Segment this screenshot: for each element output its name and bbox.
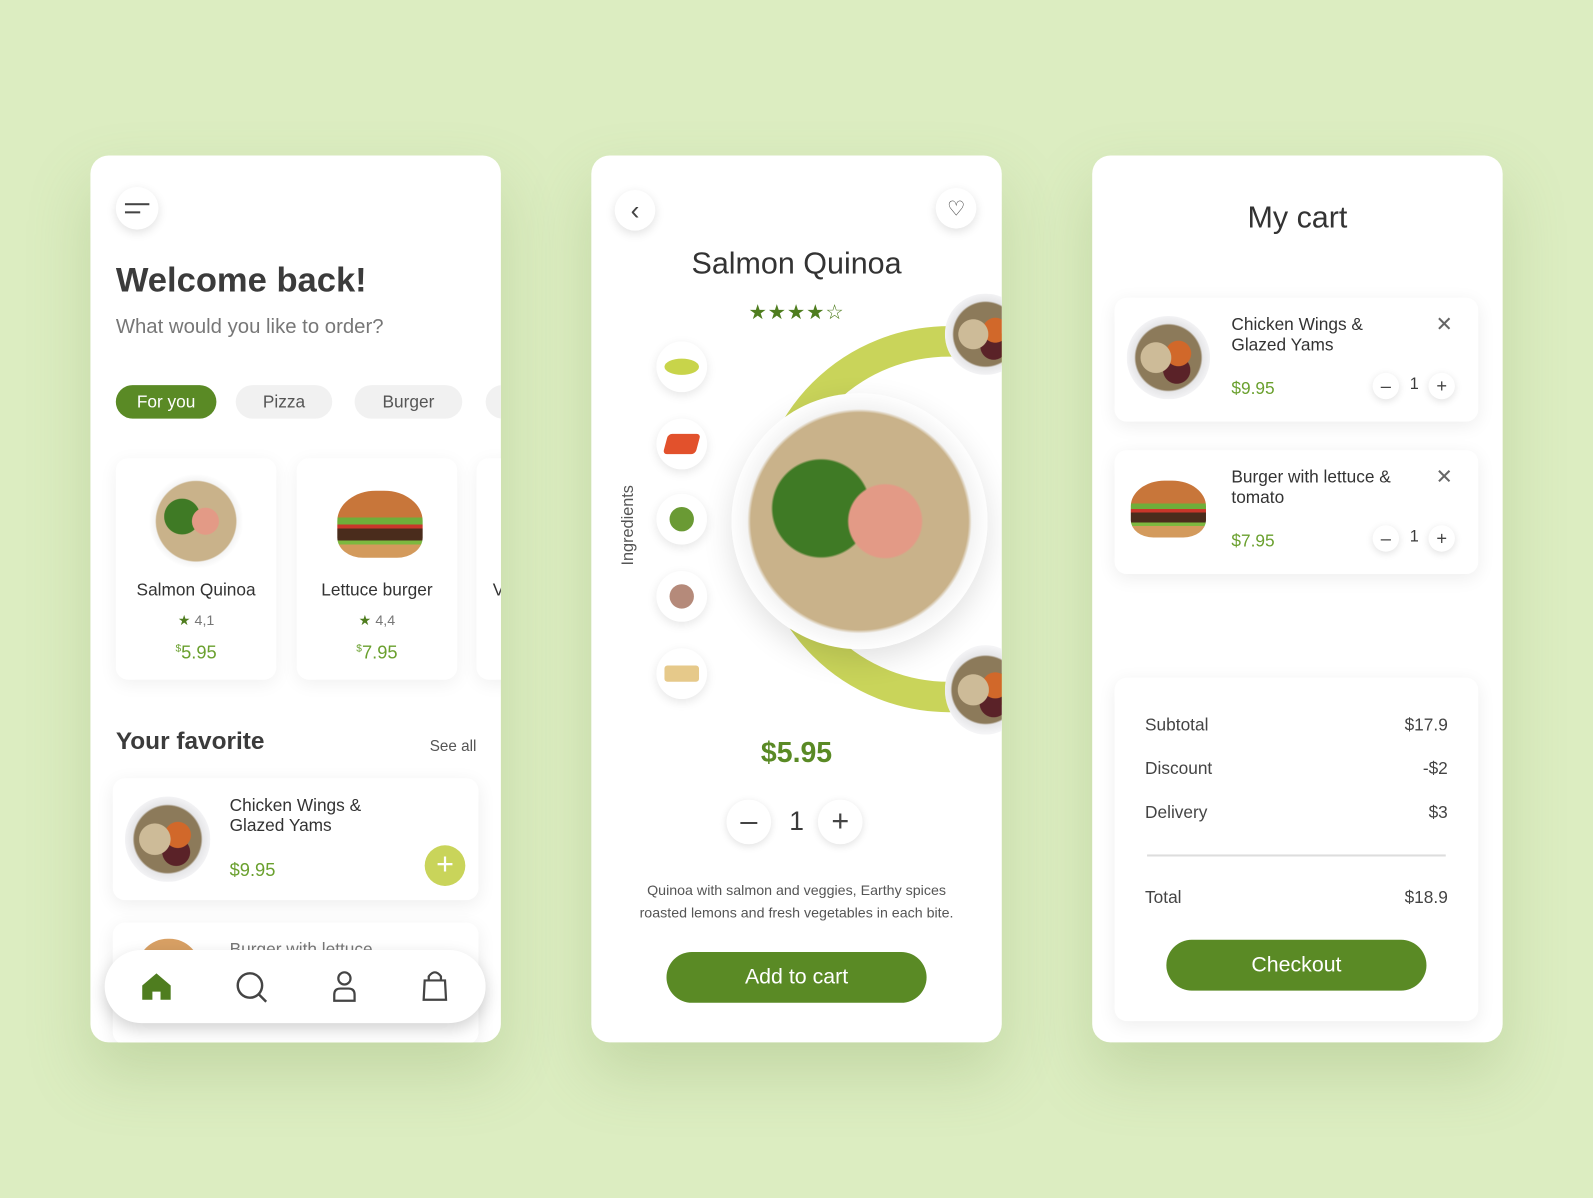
plus-icon: + (1436, 375, 1448, 396)
favorite-button[interactable]: ♡ (935, 187, 977, 229)
cart-title: My cart (1247, 201, 1348, 235)
minus-icon: – (1380, 375, 1391, 396)
star-filled-icon: ★ (806, 301, 826, 325)
checkout-button[interactable]: Checkout (1166, 939, 1427, 991)
ingredients-label: Ingredients (619, 485, 638, 566)
star-icon: ★ (177, 611, 191, 628)
bottom-nav (104, 949, 486, 1024)
category-burger[interactable]: Burger (354, 385, 463, 419)
home-icon[interactable] (141, 972, 171, 1000)
cart-screen: My cart Chicken Wings & Glazed Yams $9.9… (1092, 155, 1503, 1043)
back-button[interactable]: ‹ (614, 189, 656, 231)
ingredient-broccoli[interactable] (656, 493, 708, 545)
close-icon: ✕ (1435, 466, 1453, 489)
product-card-salmon-quinoa[interactable]: Salmon Quinoa ★ 4,1 $5.95 (115, 458, 277, 680)
star-empty-icon: ☆ (825, 301, 845, 325)
plus-icon: + (436, 847, 454, 881)
increase-quantity-button[interactable]: + (817, 799, 863, 845)
profile-icon[interactable] (332, 970, 356, 1003)
product-price: $5.95 (175, 642, 217, 663)
detail-screen: ‹ ♡ Salmon Quinoa ★★★★☆ Ingredients $5.9… (591, 155, 1002, 1043)
plus-icon: + (831, 804, 850, 839)
see-all-link[interactable]: See all (430, 738, 477, 755)
greeting-subtitle: What would you like to order? (115, 315, 384, 339)
plus-icon: + (1436, 527, 1448, 549)
lettuce-burger-image (337, 490, 423, 558)
favorite-title: Your favorite (115, 727, 265, 755)
increase-quantity-button[interactable]: + (1428, 372, 1455, 400)
category-pizza[interactable]: Pizza (235, 385, 333, 419)
decrease-quantity-button[interactable]: – (1372, 372, 1400, 400)
quantity-value: 1 (1409, 528, 1419, 546)
burger-image (1130, 480, 1206, 538)
home-screen: Welcome back! What would you like to ord… (90, 155, 501, 1043)
close-icon: ✕ (1435, 313, 1453, 337)
summary-subtotal: Subtotal $17.9 (1145, 715, 1448, 735)
cart-item-name: Burger with lettuce & tomato (1231, 467, 1391, 507)
product-name: Salmon Quinoa (136, 580, 256, 600)
minus-icon: – (740, 804, 758, 839)
order-summary: Subtotal $17.9 Discount -$2 Delivery $3 Tot… (1114, 677, 1479, 1022)
product-name: V (493, 580, 501, 600)
heart-icon: ♡ (946, 197, 966, 220)
add-favorite-button[interactable]: + (424, 845, 466, 886)
favorite-price: $9.95 (229, 859, 276, 880)
menu-icon (124, 203, 150, 214)
category-for-you[interactable]: For you (115, 385, 217, 419)
cart-item-name: Chicken Wings & Glazed Yams (1231, 314, 1363, 355)
bag-icon[interactable] (422, 969, 448, 1002)
cart-item: Burger with lettuce & tomato $7.95 ✕ – 1… (1114, 450, 1479, 575)
summary-total: Total $18.9 (1145, 887, 1448, 908)
salmon-quinoa-image (149, 474, 243, 568)
product-rating: ★ 4,4 (358, 611, 396, 628)
star-icon: ★ (358, 611, 372, 628)
product-card-partial[interactable]: V (476, 458, 501, 680)
star-filled-icon: ★ (786, 301, 807, 325)
ingredient-salmon[interactable] (656, 418, 708, 470)
ingredient-onion[interactable] (656, 570, 708, 622)
greeting-title: Welcome back! (115, 261, 367, 300)
ingredient-cheese[interactable] (656, 648, 708, 700)
chicken-wings-image (124, 796, 211, 882)
favorite-name: Chicken Wings & Glazed Yams (229, 795, 362, 836)
chevron-left-icon: ‹ (630, 194, 640, 226)
summary-discount: Discount -$2 (1145, 758, 1448, 779)
add-to-cart-button[interactable]: Add to cart (666, 951, 927, 1003)
ingredient-lime[interactable] (656, 341, 708, 393)
rating-stars: ★★★★☆ (591, 300, 1001, 325)
dish-price: $5.95 (760, 736, 833, 769)
summary-delivery: Delivery $3 (1145, 802, 1448, 822)
decrease-quantity-button[interactable]: – (1372, 525, 1400, 552)
dish-title: Salmon Quinoa (691, 246, 902, 281)
quantity-value: 1 (789, 805, 804, 837)
cart-item-price: $7.95 (1231, 531, 1275, 551)
decrease-quantity-button[interactable]: – (726, 799, 772, 845)
star-filled-icon: ★ (748, 301, 768, 325)
product-card-lettuce-burger[interactable]: Lettuce burger ★ 4,4 $7.95 (296, 458, 458, 680)
category-more[interactable] (485, 385, 501, 419)
product-name: Lettuce burger (321, 580, 433, 600)
search-icon[interactable] (236, 971, 269, 1004)
favorite-item[interactable]: Chicken Wings & Glazed Yams $9.95 + (112, 778, 479, 901)
remove-item-button[interactable]: ✕ (1436, 464, 1453, 489)
cart-item: Chicken Wings & Glazed Yams $9.95 ✕ – 1 … (1114, 297, 1479, 422)
increase-quantity-button[interactable]: + (1428, 525, 1455, 552)
quantity-value: 1 (1409, 375, 1419, 394)
salmon-quinoa-image (731, 393, 988, 650)
divider (1147, 854, 1446, 857)
product-rating: ★ 4,1 (177, 611, 215, 628)
dish-description: Quinoa with salmon and veggies, Earthy s… (639, 881, 954, 921)
cart-item-price: $9.95 (1231, 378, 1275, 399)
menu-button[interactable] (115, 186, 159, 230)
minus-icon: – (1380, 527, 1391, 549)
remove-item-button[interactable]: ✕ (1436, 312, 1453, 337)
chicken-wings-image (1126, 315, 1211, 400)
star-filled-icon: ★ (767, 301, 787, 325)
product-price: $7.95 (356, 642, 398, 663)
